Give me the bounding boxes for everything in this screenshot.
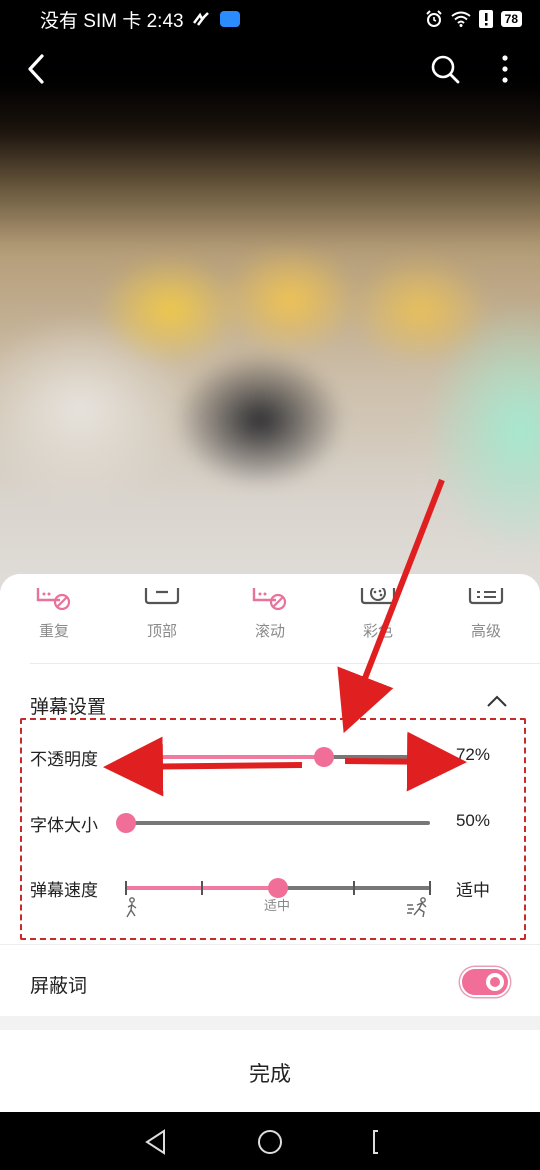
top-danmaku-icon	[144, 588, 180, 605]
repeat-block-icon	[36, 588, 71, 611]
danmaku-mode-bar: 重复 顶部 滚动 彩色 高级	[0, 588, 540, 648]
advanced-icon	[468, 588, 504, 605]
wifi-icon	[451, 11, 471, 27]
danmaku-settings-title: 弹幕设置	[30, 697, 107, 718]
block-words-row[interactable]: 屏蔽词	[0, 944, 540, 1016]
highlight-box	[20, 718, 526, 940]
search-icon[interactable]	[428, 52, 462, 86]
carrier-time: 没有 SIM 卡 2:43	[40, 10, 184, 32]
signal-icon	[192, 12, 209, 26]
mode-scroll-label: 滚动	[254, 623, 285, 640]
mode-color-label: 彩色	[362, 623, 393, 640]
settings-panel: 重复 顶部 滚动 彩色 高级 弹幕设置 不透明度 72% 字体大小 50% 弹幕…	[0, 574, 540, 1016]
alert-icon	[478, 10, 493, 28]
back-arrow-icon[interactable]	[20, 50, 54, 88]
mode-color[interactable]: 彩色	[324, 588, 432, 648]
recents-nav-icon[interactable]	[368, 1128, 396, 1156]
mode-repeat[interactable]: 重复	[0, 588, 108, 648]
block-words-toggle[interactable]	[460, 967, 510, 997]
cloud-icon	[219, 11, 240, 27]
mode-advanced[interactable]: 高级	[432, 588, 540, 648]
video-frame	[0, 80, 540, 600]
block-words-label: 屏蔽词	[30, 976, 88, 997]
chevron-up-icon[interactable]	[484, 692, 510, 710]
toggle-knob	[486, 973, 504, 991]
color-icon	[360, 588, 396, 605]
done-button[interactable]: 完成	[0, 1030, 540, 1112]
top-bar	[0, 44, 540, 94]
divider	[30, 663, 540, 664]
mode-top-label: 顶部	[146, 623, 177, 640]
danmaku-settings-sheet: 重复 顶部 滚动 彩色 高级 弹幕设置 不透明度 72% 字体大小 50% 弹幕…	[0, 574, 540, 1114]
mode-repeat-label: 重复	[38, 623, 69, 640]
back-nav-icon[interactable]	[142, 1128, 170, 1156]
mode-advanced-label: 高级	[470, 623, 501, 640]
more-options-icon[interactable]	[490, 52, 520, 86]
alarm-icon	[425, 10, 442, 27]
navigation-bar	[0, 1112, 540, 1170]
mode-scroll[interactable]: 滚动	[216, 588, 324, 648]
scroll-block-icon	[252, 588, 287, 611]
status-bar: 没有 SIM 卡 2:43 78	[0, 0, 540, 38]
mode-top[interactable]: 顶部	[108, 588, 216, 648]
battery-indicator: 78	[500, 11, 522, 27]
home-nav-icon[interactable]	[256, 1128, 284, 1156]
done-label: 完成	[249, 1063, 291, 1086]
